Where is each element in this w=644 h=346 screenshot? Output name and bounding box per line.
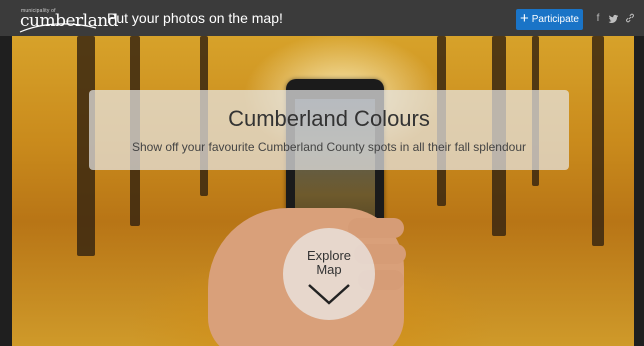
finger-image [348, 218, 404, 238]
participate-button[interactable]: + Participate [516, 9, 583, 30]
chevron-down-icon [308, 284, 350, 305]
twitter-icon[interactable] [607, 11, 619, 25]
top-bar: municipality of cumberland Put your phot… [0, 0, 644, 36]
facebook-icon[interactable]: f [593, 11, 603, 25]
twitter-bird [608, 14, 618, 23]
link-icon[interactable] [624, 11, 636, 25]
facebook-glyph: f [596, 12, 600, 24]
tree-trunk [592, 36, 604, 246]
hero-banner: Cumberland Colours Show off your favouri… [89, 90, 569, 170]
plus-icon: + [519, 10, 529, 27]
explore-map-button[interactable]: Explore Map [283, 228, 375, 320]
brand-logo[interactable]: municipality of cumberland [0, 6, 119, 33]
link-chain [626, 13, 634, 23]
hero-title: Cumberland Colours [228, 106, 430, 131]
explore-map-label: Explore Map [306, 248, 352, 277]
participate-label: Participate [531, 14, 579, 25]
hero-subtitle: Show off your favourite Cumberland Count… [132, 140, 526, 154]
page-tagline: Put your photos on the map! [107, 10, 283, 26]
brand-swoosh [19, 23, 97, 33]
